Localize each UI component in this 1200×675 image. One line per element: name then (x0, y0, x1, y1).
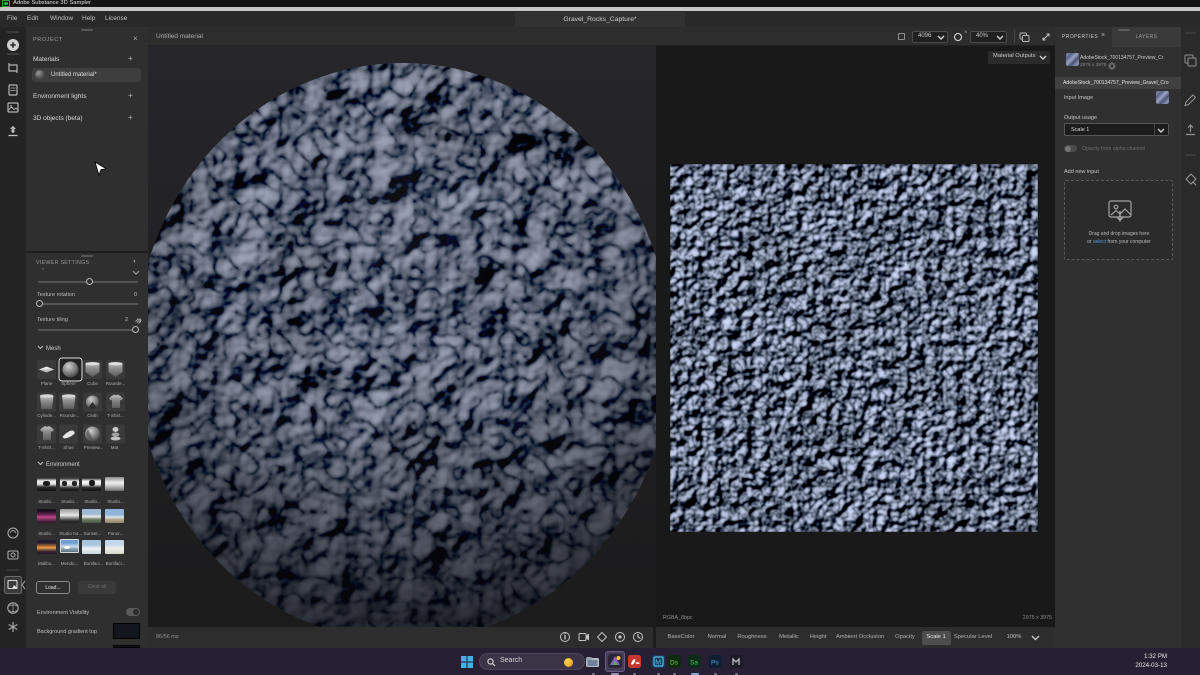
svg-text:M: M (655, 660, 661, 667)
svg-text:Ds: Ds (670, 660, 679, 667)
svg-text:Sa: Sa (690, 660, 698, 667)
svg-text:Ps: Ps (711, 660, 719, 667)
